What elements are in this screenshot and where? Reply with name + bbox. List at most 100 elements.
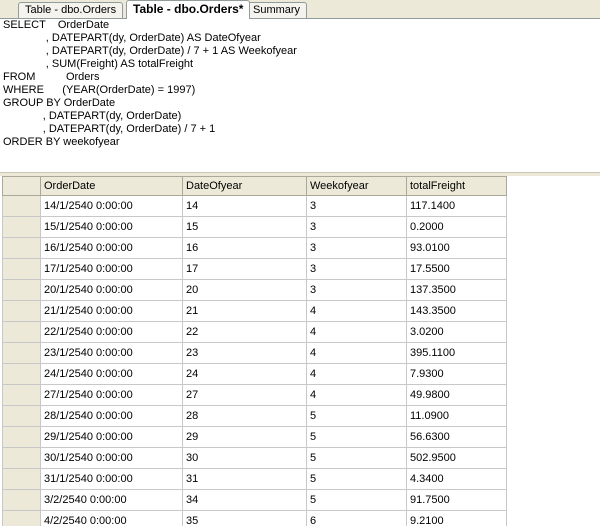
row-selector[interactable] xyxy=(2,468,41,490)
table-row[interactable]: 24/1/2540 0:00:00 24 4 7.9300 xyxy=(2,363,507,385)
cell-totalfreight[interactable]: 4.3400 xyxy=(406,468,507,490)
cell-weekofyear[interactable]: 3 xyxy=(306,237,407,259)
cell-weekofyear[interactable]: 4 xyxy=(306,384,407,406)
row-selector[interactable] xyxy=(2,321,41,343)
cell-orderdate[interactable]: 16/1/2540 0:00:00 xyxy=(40,237,183,259)
column-header-orderdate[interactable]: OrderDate xyxy=(40,176,183,196)
table-row[interactable]: 21/1/2540 0:00:00 21 4 143.3500 xyxy=(2,300,507,322)
table-row[interactable]: 22/1/2540 0:00:00 22 4 3.0200 xyxy=(2,321,507,343)
cell-dateofyear[interactable]: 23 xyxy=(182,342,307,364)
cell-weekofyear[interactable]: 4 xyxy=(306,321,407,343)
cell-dateofyear[interactable]: 29 xyxy=(182,426,307,448)
tab-table-dbo-orders-modified[interactable]: Table - dbo.Orders* xyxy=(126,0,251,19)
cell-orderdate[interactable]: 15/1/2540 0:00:00 xyxy=(40,216,183,238)
cell-dateofyear[interactable]: 24 xyxy=(182,363,307,385)
row-selector[interactable] xyxy=(2,342,41,364)
row-selector[interactable] xyxy=(2,447,41,469)
table-row[interactable]: 4/2/2540 0:00:00 35 6 9.2100 xyxy=(2,510,507,526)
column-header-weekofyear[interactable]: Weekofyear xyxy=(306,176,407,196)
cell-dateofyear[interactable]: 35 xyxy=(182,510,307,526)
table-row[interactable]: 14/1/2540 0:00:00 14 3 117.1400 xyxy=(2,195,507,217)
cell-orderdate[interactable]: 3/2/2540 0:00:00 xyxy=(40,489,183,511)
cell-dateofyear[interactable]: 30 xyxy=(182,447,307,469)
row-selector[interactable] xyxy=(2,405,41,427)
cell-totalfreight[interactable]: 91.7500 xyxy=(406,489,507,511)
cell-weekofyear[interactable]: 3 xyxy=(306,258,407,280)
cell-dateofyear[interactable]: 20 xyxy=(182,279,307,301)
cell-orderdate[interactable]: 30/1/2540 0:00:00 xyxy=(40,447,183,469)
table-row[interactable]: 28/1/2540 0:00:00 28 5 11.0900 xyxy=(2,405,507,427)
table-row[interactable]: 3/2/2540 0:00:00 34 5 91.7500 xyxy=(2,489,507,511)
tab-summary[interactable]: Summary xyxy=(246,2,308,18)
row-selector[interactable] xyxy=(2,363,41,385)
cell-totalfreight[interactable]: 137.3500 xyxy=(406,279,507,301)
row-selector[interactable] xyxy=(2,489,41,511)
cell-dateofyear[interactable]: 15 xyxy=(182,216,307,238)
cell-orderdate[interactable]: 27/1/2540 0:00:00 xyxy=(40,384,183,406)
cell-orderdate[interactable]: 29/1/2540 0:00:00 xyxy=(40,426,183,448)
cell-orderdate[interactable]: 14/1/2540 0:00:00 xyxy=(40,195,183,217)
cell-totalfreight[interactable]: 17.5500 xyxy=(406,258,507,280)
cell-totalfreight[interactable]: 117.1400 xyxy=(406,195,507,217)
cell-weekofyear[interactable]: 3 xyxy=(306,216,407,238)
cell-totalfreight[interactable]: 7.9300 xyxy=(406,363,507,385)
table-row[interactable]: 17/1/2540 0:00:00 17 3 17.5500 xyxy=(2,258,507,280)
cell-weekofyear[interactable]: 5 xyxy=(306,489,407,511)
tab-table-dbo-orders[interactable]: Table - dbo.Orders xyxy=(18,2,124,18)
cell-totalfreight[interactable]: 395.1100 xyxy=(406,342,507,364)
row-selector[interactable] xyxy=(2,300,41,322)
cell-dateofyear[interactable]: 22 xyxy=(182,321,307,343)
cell-orderdate[interactable]: 28/1/2540 0:00:00 xyxy=(40,405,183,427)
cell-weekofyear[interactable]: 5 xyxy=(306,447,407,469)
cell-orderdate[interactable]: 24/1/2540 0:00:00 xyxy=(40,363,183,385)
cell-weekofyear[interactable]: 5 xyxy=(306,426,407,448)
cell-weekofyear[interactable]: 3 xyxy=(306,195,407,217)
row-selector[interactable] xyxy=(2,384,41,406)
cell-weekofyear[interactable]: 5 xyxy=(306,405,407,427)
cell-orderdate[interactable]: 20/1/2540 0:00:00 xyxy=(40,279,183,301)
table-row[interactable]: 16/1/2540 0:00:00 16 3 93.0100 xyxy=(2,237,507,259)
cell-totalfreight[interactable]: 93.0100 xyxy=(406,237,507,259)
cell-dateofyear[interactable]: 16 xyxy=(182,237,307,259)
table-row[interactable]: 20/1/2540 0:00:00 20 3 137.3500 xyxy=(2,279,507,301)
row-selector[interactable] xyxy=(2,237,41,259)
row-selector[interactable] xyxy=(2,510,41,526)
table-row[interactable]: 29/1/2540 0:00:00 29 5 56.6300 xyxy=(2,426,507,448)
cell-totalfreight[interactable]: 11.0900 xyxy=(406,405,507,427)
cell-orderdate[interactable]: 21/1/2540 0:00:00 xyxy=(40,300,183,322)
cell-dateofyear[interactable]: 28 xyxy=(182,405,307,427)
column-header-dateofyear[interactable]: DateOfyear xyxy=(182,176,307,196)
cell-totalfreight[interactable]: 3.0200 xyxy=(406,321,507,343)
cell-dateofyear[interactable]: 34 xyxy=(182,489,307,511)
table-row[interactable]: 30/1/2540 0:00:00 30 5 502.9500 xyxy=(2,447,507,469)
row-selector[interactable] xyxy=(2,279,41,301)
row-selector[interactable] xyxy=(2,258,41,280)
cell-orderdate[interactable]: 31/1/2540 0:00:00 xyxy=(40,468,183,490)
table-row[interactable]: 27/1/2540 0:00:00 27 4 49.9800 xyxy=(2,384,507,406)
cell-dateofyear[interactable]: 21 xyxy=(182,300,307,322)
cell-dateofyear[interactable]: 31 xyxy=(182,468,307,490)
table-row[interactable]: 31/1/2540 0:00:00 31 5 4.3400 xyxy=(2,468,507,490)
cell-totalfreight[interactable]: 502.9500 xyxy=(406,447,507,469)
cell-dateofyear[interactable]: 14 xyxy=(182,195,307,217)
cell-weekofyear[interactable]: 5 xyxy=(306,468,407,490)
cell-orderdate[interactable]: 22/1/2540 0:00:00 xyxy=(40,321,183,343)
cell-weekofyear[interactable]: 4 xyxy=(306,300,407,322)
table-row[interactable]: 23/1/2540 0:00:00 23 4 395.1100 xyxy=(2,342,507,364)
cell-totalfreight[interactable]: 49.9800 xyxy=(406,384,507,406)
cell-orderdate[interactable]: 17/1/2540 0:00:00 xyxy=(40,258,183,280)
cell-totalfreight[interactable]: 0.2000 xyxy=(406,216,507,238)
cell-totalfreight[interactable]: 9.2100 xyxy=(406,510,507,526)
cell-dateofyear[interactable]: 27 xyxy=(182,384,307,406)
row-selector[interactable] xyxy=(2,426,41,448)
cell-weekofyear[interactable]: 6 xyxy=(306,510,407,526)
cell-weekofyear[interactable]: 4 xyxy=(306,363,407,385)
sql-pane[interactable]: SELECT OrderDate , DATEPART(dy, OrderDat… xyxy=(0,19,600,171)
column-header-totalfreight[interactable]: totalFreight xyxy=(406,176,507,196)
cell-orderdate[interactable]: 23/1/2540 0:00:00 xyxy=(40,342,183,364)
cell-weekofyear[interactable]: 4 xyxy=(306,342,407,364)
row-selector[interactable] xyxy=(2,216,41,238)
cell-totalfreight[interactable]: 56.6300 xyxy=(406,426,507,448)
cell-weekofyear[interactable]: 3 xyxy=(306,279,407,301)
cell-dateofyear[interactable]: 17 xyxy=(182,258,307,280)
